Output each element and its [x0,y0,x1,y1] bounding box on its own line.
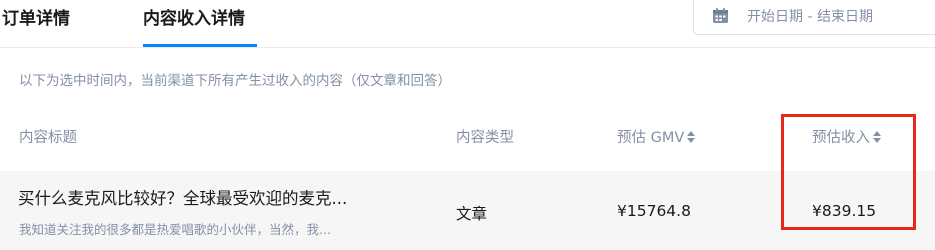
tab-content-income-details[interactable]: 内容收入详情 [143,4,245,29]
content-excerpt: 我知道关注我的很多都是热爱唱歌的小伙伴，当然，我... [19,222,331,237]
header-estimated-income[interactable]: 预估收入 [812,126,881,147]
tab-divider [0,47,935,48]
header-estimated-income-label: 预估收入 [812,130,870,146]
header-estimated-gmv-label: 预估 GMV [617,130,685,146]
estimated-income-cell: ¥839.15 [812,202,877,220]
calendar-icon [713,8,728,23]
table-header: 内容标题 内容类型 预估 GMV 预估收入 [0,118,935,158]
sort-icon [873,131,881,143]
table-row[interactable]: 买什么麦克风比较好？全球最受欢迎的麦克... 我知道关注我的很多都是热爱唱歌的小… [0,171,935,250]
tab-order-details[interactable]: 订单详情 [2,4,70,29]
header-estimated-gmv[interactable]: 预估 GMV [617,126,696,147]
estimated-gmv-cell: ¥15764.8 [617,202,691,220]
date-range-picker[interactable]: 开始日期 - 结束日期 [693,0,935,35]
header-content-title: 内容标题 [19,130,77,146]
table-description: 以下为选中时间内，当前渠道下所有产生过收入的内容（仅文章和回答） [19,73,451,89]
date-range-placeholder: 开始日期 - 结束日期 [747,9,873,25]
header-content-type: 内容类型 [456,130,514,146]
content-title-link[interactable]: 买什么麦克风比较好？全球最受欢迎的麦克... [18,185,347,209]
sort-icon [687,131,696,143]
content-type-cell: 文章 [456,205,488,223]
